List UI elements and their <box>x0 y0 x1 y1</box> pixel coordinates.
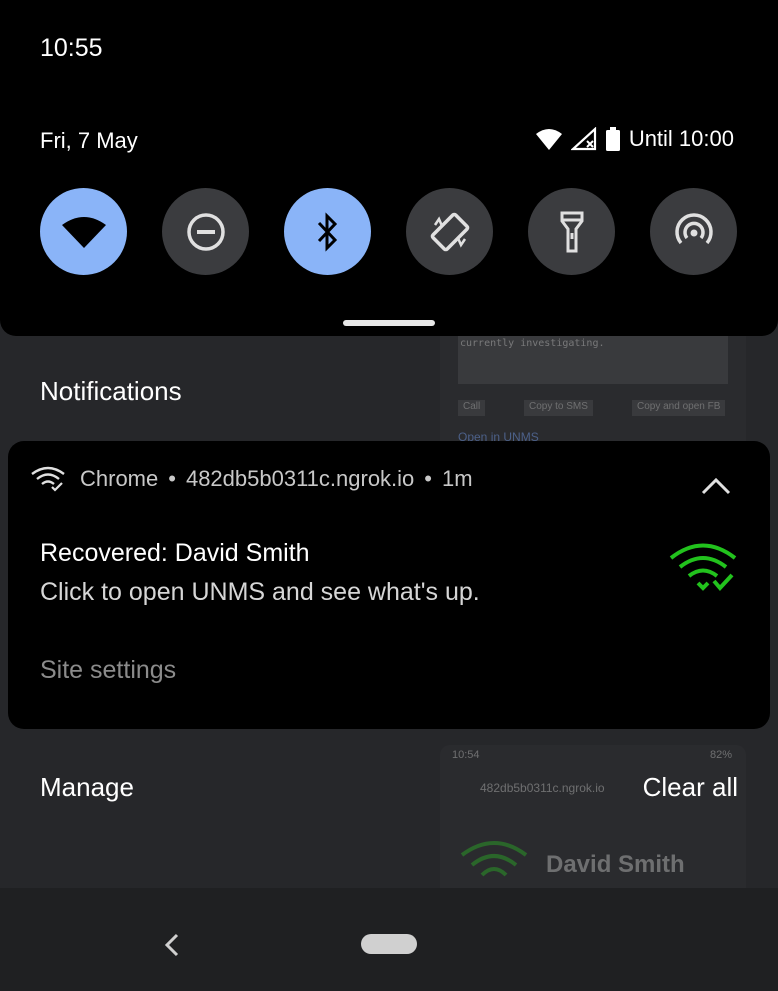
back-icon[interactable] <box>162 932 182 958</box>
chevron-up-icon[interactable] <box>700 476 732 496</box>
notification-age: 1m <box>442 466 473 491</box>
wifi-icon <box>61 216 106 248</box>
site-settings-button[interactable]: Site settings <box>40 656 176 685</box>
tile-bluetooth[interactable] <box>284 188 371 275</box>
quick-settings-tiles <box>40 188 737 275</box>
background-text-box: currently investigating. <box>458 336 728 384</box>
background-wifi-icon <box>460 841 528 877</box>
wifi-status-icon <box>535 129 562 150</box>
home-pill-button[interactable] <box>361 934 417 954</box>
tile-hotspot[interactable] <box>650 188 737 275</box>
do-not-disturb-icon <box>186 212 225 251</box>
notification-app-name: Chrome <box>80 466 159 491</box>
background-time: 10:54 <box>452 749 480 761</box>
hotspot-icon <box>674 212 713 244</box>
notification-title: Recovered: David Smith <box>40 539 310 567</box>
tile-wifi[interactable] <box>40 188 127 275</box>
notification-source: 482db5b0311c.ngrok.io <box>185 466 415 491</box>
background-battery: 82% <box>709 749 732 761</box>
battery-icon <box>605 127 620 151</box>
manage-button[interactable]: Manage <box>40 772 134 803</box>
tile-auto-rotate[interactable] <box>406 188 493 275</box>
tile-do-not-disturb[interactable] <box>162 188 249 275</box>
background-copy-fb-button: Copy and open FB <box>632 400 726 416</box>
clear-all-button[interactable]: Clear all <box>643 772 738 803</box>
battery-until-text: Until 10:00 <box>628 126 734 151</box>
notification-body: Click to open UNMS and see what's up. <box>40 578 480 606</box>
chrome-notification-icon <box>31 466 65 492</box>
auto-rotate-icon <box>430 212 469 251</box>
panel-drag-handle[interactable] <box>343 320 435 326</box>
navigation-bar <box>0 888 778 991</box>
bluetooth-icon <box>317 211 337 252</box>
background-copy-sms-button: Copy to SMS <box>524 400 593 416</box>
flashlight-icon <box>560 211 583 252</box>
tile-flashlight[interactable] <box>528 188 615 275</box>
quick-settings-panel: 10:55 Fri, 7 May Until 10:00 <box>0 0 778 336</box>
status-date: Fri, 7 May <box>40 128 138 153</box>
background-call-button: Call <box>458 400 486 416</box>
wifi-recovered-icon <box>669 543 737 592</box>
background-url: 482db5b0311c.ngrok.io <box>480 781 605 795</box>
status-time: 10:55 <box>40 34 103 62</box>
background-app-preview: 10:54 82% 482db5b0311c.ngrok.io David Sm… <box>440 745 746 888</box>
no-signal-icon <box>570 127 596 151</box>
notifications-heading: Notifications <box>40 376 182 406</box>
status-icons: Until 10:00 <box>535 126 734 152</box>
background-contact-name: David Smith <box>546 851 685 878</box>
notification-header: Chrome • 482db5b0311c.ngrok.io • 1m <box>30 466 473 492</box>
